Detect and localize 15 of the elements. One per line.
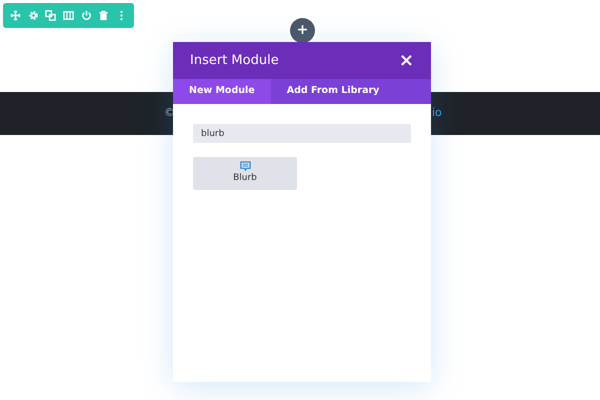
search-field[interactable]: blurb	[193, 124, 411, 143]
add-button[interactable]: +	[290, 18, 315, 43]
tab[interactable]: New Module	[173, 79, 271, 104]
close-button[interactable]: ×	[398, 52, 414, 70]
settings-icon[interactable]	[28, 10, 39, 21]
columns-icon[interactable]	[62, 10, 74, 21]
footer-link[interactable]: io	[432, 105, 442, 122]
message-icon	[240, 161, 250, 172]
tab[interactable]: Add From Library	[270, 79, 396, 104]
duplicate-icon[interactable]	[45, 10, 56, 21]
move-icon[interactable]	[10, 10, 22, 21]
trash-icon[interactable]	[98, 10, 110, 21]
power-icon[interactable]	[80, 10, 92, 21]
dialog-title: Insert Module	[190, 52, 279, 70]
module-button[interactable]: Blurb	[193, 157, 297, 190]
